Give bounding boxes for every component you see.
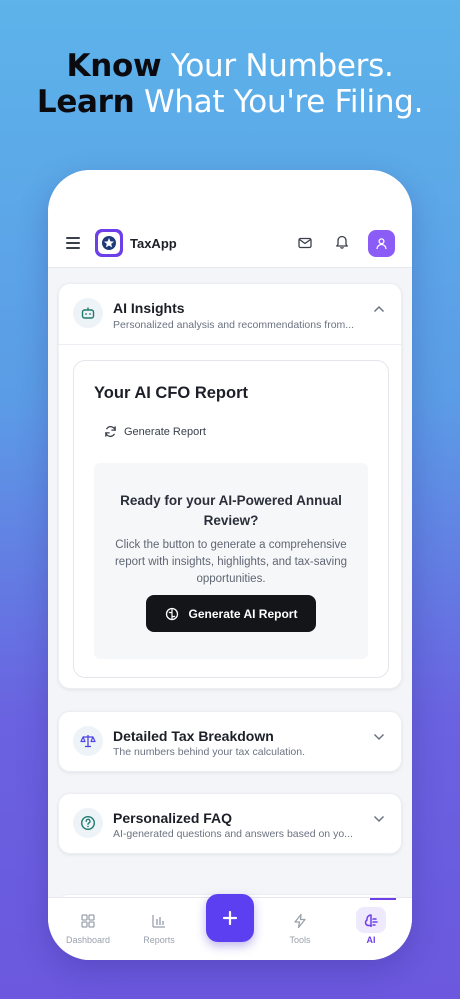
scale-icon <box>73 726 103 756</box>
chevron-down-icon[interactable] <box>373 728 385 746</box>
nav-ai[interactable]: AI <box>341 911 401 945</box>
chevron-down-icon[interactable] <box>373 810 385 828</box>
generate-report-link[interactable]: Generate Report <box>104 425 206 438</box>
nav-ai-label: AI <box>366 935 376 945</box>
personalized-faq-card[interactable]: Personalized FAQ AI-generated questions … <box>58 793 402 854</box>
faq-title: Personalized FAQ <box>113 810 233 826</box>
tax-breakdown-subtitle: The numbers behind your tax calculation. <box>113 746 306 758</box>
nav-tools-label: Tools <box>289 935 311 945</box>
mail-icon[interactable] <box>298 236 312 254</box>
refresh-icon <box>105 426 116 437</box>
question-icon <box>73 808 103 838</box>
add-button[interactable] <box>206 894 254 942</box>
chevron-up-icon[interactable] <box>373 300 385 318</box>
headline: Know Your Numbers. Learn What You're Fil… <box>0 48 460 120</box>
ai-insights-title: AI Insights <box>113 300 185 316</box>
nav-dashboard[interactable]: Dashboard <box>58 911 118 945</box>
ready-title: Ready for your AI-Powered Annual Review? <box>120 493 342 528</box>
generate-ai-report-label: Generate AI Report <box>188 606 298 621</box>
phone-frame: TaxApp AI Insights Personalized analysis… <box>48 170 412 960</box>
nav-reports-label: Reports <box>143 935 175 945</box>
ready-description: Click the button to generate a comprehen… <box>114 539 348 585</box>
active-indicator <box>370 898 396 900</box>
logo-icon <box>95 229 123 257</box>
brain-icon <box>165 607 178 620</box>
faq-subtitle: AI-generated questions and answers based… <box>113 828 353 840</box>
ai-insights-card: AI Insights Personalized analysis and re… <box>58 283 403 689</box>
plus-icon <box>222 910 238 926</box>
nav-reports[interactable]: Reports <box>129 911 189 945</box>
user-icon <box>376 238 387 250</box>
bell-icon[interactable] <box>335 234 349 254</box>
headline-learn: Learn <box>36 84 135 120</box>
nav-tools[interactable]: Tools <box>270 911 330 945</box>
menu-icon[interactable] <box>66 237 80 249</box>
ai-insights-subtitle: Personalized analysis and recommendation… <box>113 319 355 331</box>
headline-know: Know <box>66 48 162 84</box>
nav-dashboard-label: Dashboard <box>65 935 111 945</box>
grid-icon <box>58 911 118 931</box>
divider <box>59 344 403 345</box>
headline-rest-1: Your Numbers. <box>161 48 394 84</box>
tax-breakdown-card[interactable]: Detailed Tax Breakdown The numbers behin… <box>58 711 402 772</box>
headline-rest-2: What You're Filing. <box>134 84 424 120</box>
bar-chart-icon <box>129 911 189 931</box>
tax-breakdown-title: Detailed Tax Breakdown <box>113 728 274 744</box>
generate-ai-report-button[interactable]: Generate AI Report <box>146 595 316 632</box>
generate-report-label: Generate Report <box>124 425 206 438</box>
user-avatar-button[interactable] <box>368 230 395 257</box>
ai-brain-icon <box>341 911 401 931</box>
empty-state-panel: Ready for your AI-Powered Annual Review?… <box>94 463 368 659</box>
lightning-icon <box>270 911 330 931</box>
ai-cfo-report: Your AI CFO Report Generate Report Ready… <box>73 360 389 678</box>
report-title: Your AI CFO Report <box>94 384 248 402</box>
robot-icon <box>73 298 103 328</box>
brand-name: TaxApp <box>130 236 177 251</box>
top-bar: TaxApp <box>48 170 412 268</box>
